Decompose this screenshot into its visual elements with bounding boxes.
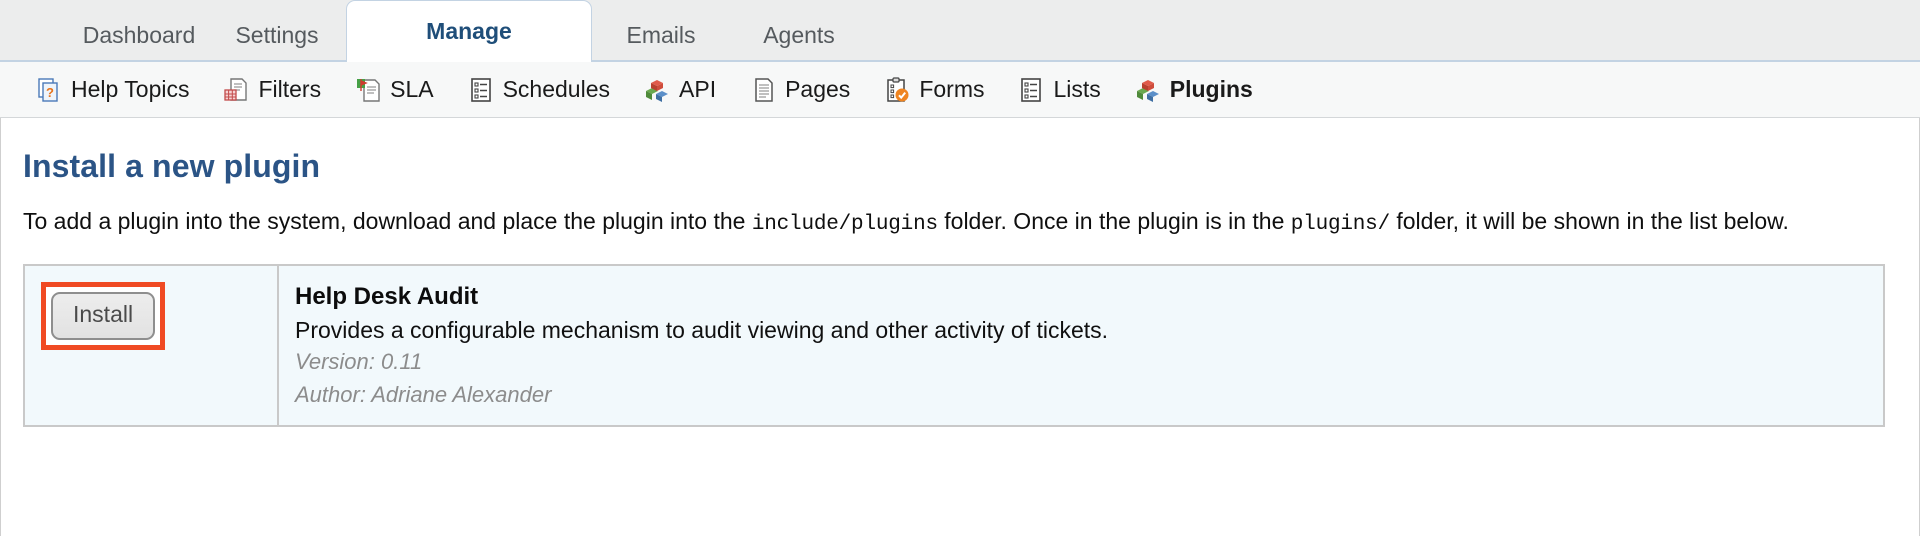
plugins-icon	[1135, 77, 1161, 103]
sla-icon	[355, 77, 381, 103]
intro-paragraph: To add a plugin into the system, downloa…	[1, 185, 1881, 238]
install-button-highlight: Install	[41, 282, 166, 350]
subnav-item-schedules[interactable]: Schedules	[468, 76, 610, 103]
lists-icon	[1018, 77, 1044, 103]
tab-emails-label: Emails	[626, 22, 696, 48]
subnav-item-schedules-label: Schedules	[502, 76, 611, 102]
plugin-info-cell: Help Desk Audit Provides a configurable …	[279, 266, 1883, 425]
subnav-item-api[interactable]: API	[644, 76, 716, 103]
tab-manage[interactable]: Manage	[346, 0, 592, 62]
intro-text-part1: To add a plugin into the system, downloa…	[23, 208, 752, 234]
subnav-item-lists-label: Lists	[1053, 76, 1101, 102]
subnav-item-pages-label: Pages	[785, 76, 851, 102]
secondary-navbar: ? Help Topics Filters SLA Schedules API …	[0, 62, 1920, 118]
tab-emails[interactable]: Emails	[592, 10, 730, 60]
plugin-action-cell: Install	[25, 266, 279, 426]
tab-settings-label: Settings	[235, 22, 319, 48]
plugin-version: Version: 0.11	[295, 349, 423, 375]
subnav-item-plugins-label: Plugins	[1169, 76, 1253, 102]
subnav-item-filters-label: Filters	[258, 76, 322, 102]
plugin-description: Provides a configurable mechanism to aud…	[295, 316, 1109, 343]
subnav-item-plugins[interactable]: Plugins	[1135, 76, 1253, 103]
filters-icon	[223, 77, 249, 103]
tab-manage-label: Manage	[426, 18, 512, 44]
tab-dashboard[interactable]: Dashboard	[70, 10, 208, 60]
subnav-item-lists[interactable]: Lists	[1018, 76, 1101, 103]
subnav-item-api-label: API	[679, 76, 717, 102]
svg-text:?: ?	[46, 85, 54, 100]
subnav-item-help-topics[interactable]: ? Help Topics	[36, 76, 189, 103]
tab-settings[interactable]: Settings	[208, 10, 346, 60]
intro-text-part2: folder. Once in the plugin is in the	[937, 208, 1291, 234]
subnav-item-sla-label: SLA	[390, 76, 434, 102]
plugin-list-table: Install Help Desk Audit Provides a confi…	[23, 264, 1885, 428]
tab-agents[interactable]: Agents	[730, 10, 868, 60]
subnav-item-sla[interactable]: SLA	[355, 76, 434, 103]
tab-dashboard-label: Dashboard	[82, 22, 196, 48]
intro-code-include-plugins: include/plugins	[751, 213, 938, 236]
intro-text-part3: folder, it will be shown in the list bel…	[1389, 208, 1789, 234]
subnav-item-forms-label: Forms	[919, 76, 985, 102]
help-topics-icon: ?	[36, 77, 62, 103]
subnav-item-filters[interactable]: Filters	[223, 76, 321, 103]
install-button[interactable]: Install	[51, 292, 156, 340]
osticket-admin-page: Dashboard Settings Manage Emails Agents	[0, 0, 1920, 536]
tab-agents-label: Agents	[763, 22, 835, 48]
subnav-item-help-topics-label: Help Topics	[71, 76, 190, 102]
subnav-item-forms[interactable]: Forms	[884, 76, 984, 103]
plugin-name: Help Desk Audit	[295, 283, 479, 311]
plugin-author: Author: Adriane Alexander	[295, 381, 552, 407]
primary-tabbar: Dashboard Settings Manage Emails Agents	[0, 0, 1920, 62]
subnav-item-pages[interactable]: Pages	[750, 76, 850, 103]
api-icon	[644, 77, 670, 103]
page-title: Install a new plugin	[23, 148, 321, 184]
tabbar-leading-spacer	[0, 10, 70, 60]
intro-code-plugins: plugins/	[1290, 213, 1390, 236]
pages-icon	[750, 77, 776, 103]
primary-tab-list: Dashboard Settings Manage Emails Agents	[0, 0, 868, 62]
forms-icon	[884, 76, 910, 103]
content-area: Install a new plugin To add a plugin int…	[0, 118, 1920, 536]
schedules-icon	[468, 77, 494, 103]
